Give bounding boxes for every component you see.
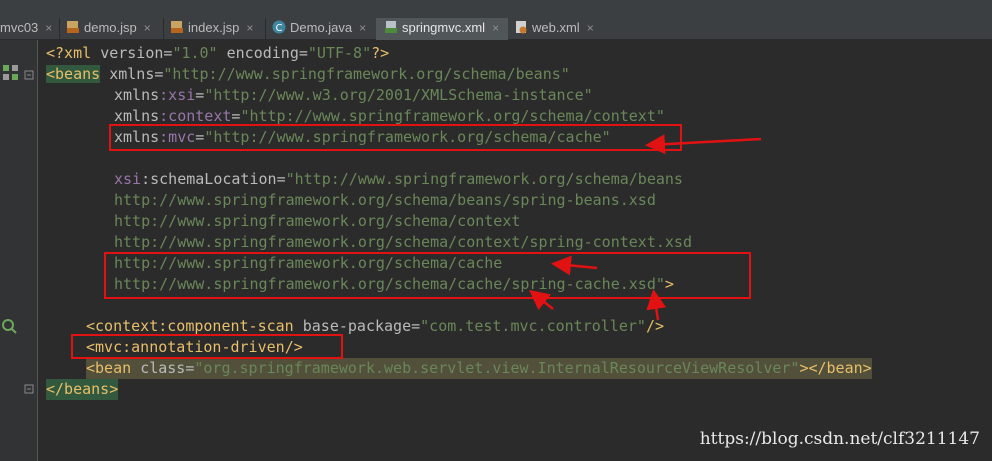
java-class-icon: C: [272, 20, 286, 34]
tab-label: Demo.java: [290, 20, 353, 35]
close-icon[interactable]: ×: [587, 21, 594, 35]
annotation-box-cache-schema: [104, 252, 751, 299]
tab-demo-jsp[interactable]: demo.jsp ×: [66, 18, 161, 40]
tab-label: index.jsp: [188, 20, 240, 35]
code-line-14: <bean class="org.springframework.web.ser…: [86, 358, 872, 379]
tab-label: web.xml: [532, 20, 580, 35]
tab-label: springmvc.xml: [402, 20, 486, 35]
code-line-6: xsi:schemaLocation="http://www.springfra…: [114, 170, 683, 188]
close-icon[interactable]: ×: [246, 21, 253, 35]
code-line-1: <?xml version="1.0" encoding="UTF-8"?>: [46, 44, 390, 62]
annotation-box-annotation-driven: [71, 334, 343, 359]
code-line-3: xmlns:xsi="http://www.w3.org/2001/XMLSch…: [114, 86, 593, 104]
xml-editor[interactable]: <?xml version="1.0" encoding="UTF-8"?> <…: [0, 40, 992, 461]
close-icon[interactable]: ×: [492, 21, 499, 35]
tab-springmvc-xml[interactable]: springmvc.xml ×: [376, 18, 508, 40]
xml-file-icon: [384, 20, 398, 34]
code-line-8: http://www.springframework.org/schema/co…: [114, 212, 521, 230]
close-icon[interactable]: ×: [144, 21, 151, 35]
tab-index-jsp[interactable]: index.jsp ×: [170, 18, 263, 40]
svg-text:C: C: [276, 23, 283, 34]
editor-tab-bar: mvc03 × demo.jsp × index.jsp × C Demo.java × …: [0, 0, 992, 40]
code-line-7: http://www.springframework.org/schema/be…: [114, 191, 656, 209]
tab-label: mvc03: [0, 20, 39, 35]
jsp-file-icon: [66, 20, 80, 34]
code-line-15: </beans>: [46, 379, 119, 400]
code-line-9: http://www.springframework.org/schema/co…: [114, 233, 692, 251]
watermark: https://blog.csdn.net/clf3211147: [699, 429, 980, 449]
code-line-2: <beans xmlns="http://www.springframework…: [46, 65, 570, 83]
close-icon[interactable]: ×: [45, 21, 52, 35]
tab-divider: [59, 18, 60, 40]
jsp-file-icon: [170, 20, 184, 34]
web-xml-icon: [514, 20, 528, 34]
close-icon[interactable]: ×: [359, 21, 366, 35]
tab-demo-java[interactable]: C Demo.java ×: [272, 18, 374, 40]
annotation-box-mvc-namespace: [109, 124, 682, 151]
tab-mvc03[interactable]: mvc03 ×: [0, 18, 58, 40]
tab-divider: [163, 18, 164, 40]
tab-divider: [265, 18, 266, 40]
tab-label: demo.jsp: [84, 20, 137, 35]
tab-web-xml[interactable]: web.xml ×: [514, 18, 610, 40]
